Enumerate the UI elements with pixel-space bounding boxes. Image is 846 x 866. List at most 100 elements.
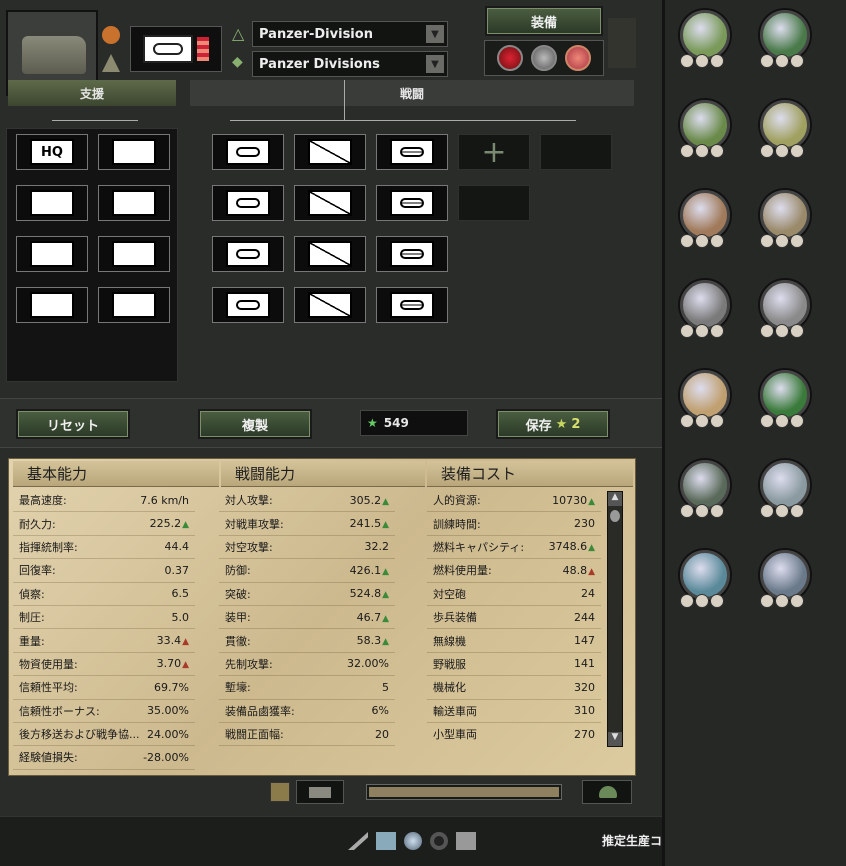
terrain-icon — [760, 10, 810, 60]
stat-row: 小型車両 270 — [427, 723, 601, 745]
support-slot[interactable] — [16, 287, 88, 323]
stat-row: 回復率: 0.37 — [13, 559, 195, 583]
chevron-down-icon[interactable]: ▼ — [426, 25, 444, 43]
scroll-down-icon[interactable]: ▼ — [608, 732, 622, 746]
terrain-marsh[interactable] — [680, 460, 740, 540]
support-slot[interactable] — [98, 185, 170, 221]
tire-icon[interactable] — [430, 832, 448, 850]
priority-normal-button[interactable] — [531, 45, 557, 71]
combat-slot[interactable] — [212, 185, 284, 221]
stat-value: 5.0 — [171, 610, 190, 624]
combat-slot[interactable] — [376, 134, 448, 170]
chevron-down-icon[interactable]: ▼ — [426, 55, 444, 73]
cost-scrollbar[interactable]: ▲ ▼ — [607, 491, 623, 747]
terrain-jungle[interactable] — [760, 370, 820, 450]
stat-value: 24.00% — [147, 727, 189, 741]
recon-icon — [30, 190, 74, 216]
support-slot[interactable] — [98, 287, 170, 323]
combat-slot[interactable] — [294, 236, 366, 272]
terrain-fields[interactable] — [760, 100, 820, 180]
stat-row: 対空砲 24 — [427, 583, 601, 606]
stat-label: 無線機 — [433, 634, 466, 648]
reset-button[interactable]: リセット — [18, 411, 128, 437]
stat-label: 機械化 — [433, 681, 466, 695]
stat-value: 230 — [574, 517, 595, 531]
combat-slot[interactable] — [294, 185, 366, 221]
terrain-amphibious[interactable] — [760, 550, 820, 630]
equipment-view-button[interactable] — [296, 780, 344, 804]
save-button[interactable]: 保存 ★ 2 — [498, 411, 608, 437]
template-dropdown[interactable]: Panzer Divisions ▼ — [252, 51, 448, 77]
division-name-dropdown[interactable]: Panzer-Division ▼ — [252, 21, 448, 47]
combat-slot[interactable] — [376, 185, 448, 221]
stat-value: 305.2 — [349, 493, 382, 507]
artillery-icon[interactable] — [348, 832, 368, 850]
stat-row: 制圧: 5.0 — [13, 606, 195, 630]
equipment-button[interactable]: 装備 — [487, 8, 601, 34]
terrain-desert[interactable] — [680, 370, 740, 450]
stat-row: 無線機 147 — [427, 629, 601, 653]
terrain-forest[interactable] — [760, 10, 820, 90]
terrain-urban[interactable] — [680, 190, 740, 270]
terrain-mountain[interactable] — [760, 460, 820, 540]
combat-slot[interactable] — [212, 134, 284, 170]
globe-icon[interactable] — [404, 832, 422, 850]
attack-icon — [775, 414, 789, 428]
support-slot[interactable]: HQ — [16, 134, 88, 170]
movement-icon — [760, 54, 774, 68]
plane-icon[interactable] — [376, 832, 396, 850]
stat-value: 3748.6 — [548, 540, 588, 554]
emblem-decoration — [608, 18, 636, 68]
defense-icon — [710, 414, 724, 428]
priority-high-button[interactable] — [565, 45, 591, 71]
stat-row: 信頼性ボーナス: 35.00% — [13, 700, 195, 723]
combat-slot[interactable] — [212, 287, 284, 323]
empty-slot[interactable] — [458, 185, 530, 221]
scroll-thumb[interactable] — [610, 510, 620, 522]
terrain-hills[interactable] — [680, 100, 740, 180]
combat-slot[interactable] — [376, 236, 448, 272]
add-column-button[interactable]: + — [458, 134, 530, 170]
terrain-plains[interactable] — [680, 10, 740, 90]
stat-row: 最高速度: 7.6 km/h — [13, 489, 195, 513]
combat-slot[interactable] — [212, 236, 284, 272]
stat-label: 回復率: — [19, 564, 56, 578]
stat-label: 最高速度: — [19, 494, 67, 508]
duplicate-button[interactable]: 複製 — [200, 411, 310, 437]
support-slot[interactable] — [98, 134, 170, 170]
helmet-button[interactable] — [582, 780, 632, 804]
combat-slot[interactable] — [294, 287, 366, 323]
stat-value: 244 — [574, 610, 595, 624]
stat-value: 6.5 — [171, 587, 190, 601]
stat-value: 24 — [581, 587, 595, 601]
motor-icon — [308, 139, 352, 165]
priority-low-button[interactable] — [497, 45, 523, 71]
stat-label: 突破: — [225, 587, 251, 601]
tree-line — [344, 80, 345, 120]
empty-slot[interactable] — [540, 134, 612, 170]
terrain-ruins[interactable] — [680, 280, 740, 360]
movement-icon — [760, 414, 774, 428]
layout-toggle-button[interactable] — [270, 782, 290, 802]
division-symbol[interactable] — [130, 26, 222, 72]
terrain-town[interactable] — [760, 190, 820, 270]
stat-value: 20 — [375, 727, 389, 741]
support-slot[interactable] — [98, 236, 170, 272]
defense-icon — [710, 504, 724, 518]
terrain-river[interactable] — [680, 550, 740, 630]
uniform-icon[interactable] — [456, 832, 476, 850]
combat-slot[interactable] — [294, 134, 366, 170]
stat-row: 装甲: 46.7▲ — [219, 606, 395, 630]
artillery-icon — [112, 190, 156, 216]
terrain-icon — [760, 100, 810, 150]
attack-icon — [695, 324, 709, 338]
scroll-up-icon[interactable]: ▲ — [608, 492, 622, 506]
stat-value: 33.4 — [156, 634, 182, 648]
template-icon: ◆ — [232, 54, 243, 70]
support-slot[interactable] — [16, 236, 88, 272]
stat-row: 歩兵装備 244 — [427, 606, 601, 630]
terrain-fortified-city[interactable] — [760, 280, 820, 360]
support-slot[interactable] — [16, 185, 88, 221]
combat-slot[interactable] — [376, 287, 448, 323]
stat-label: 指揮統制率: — [19, 540, 78, 554]
